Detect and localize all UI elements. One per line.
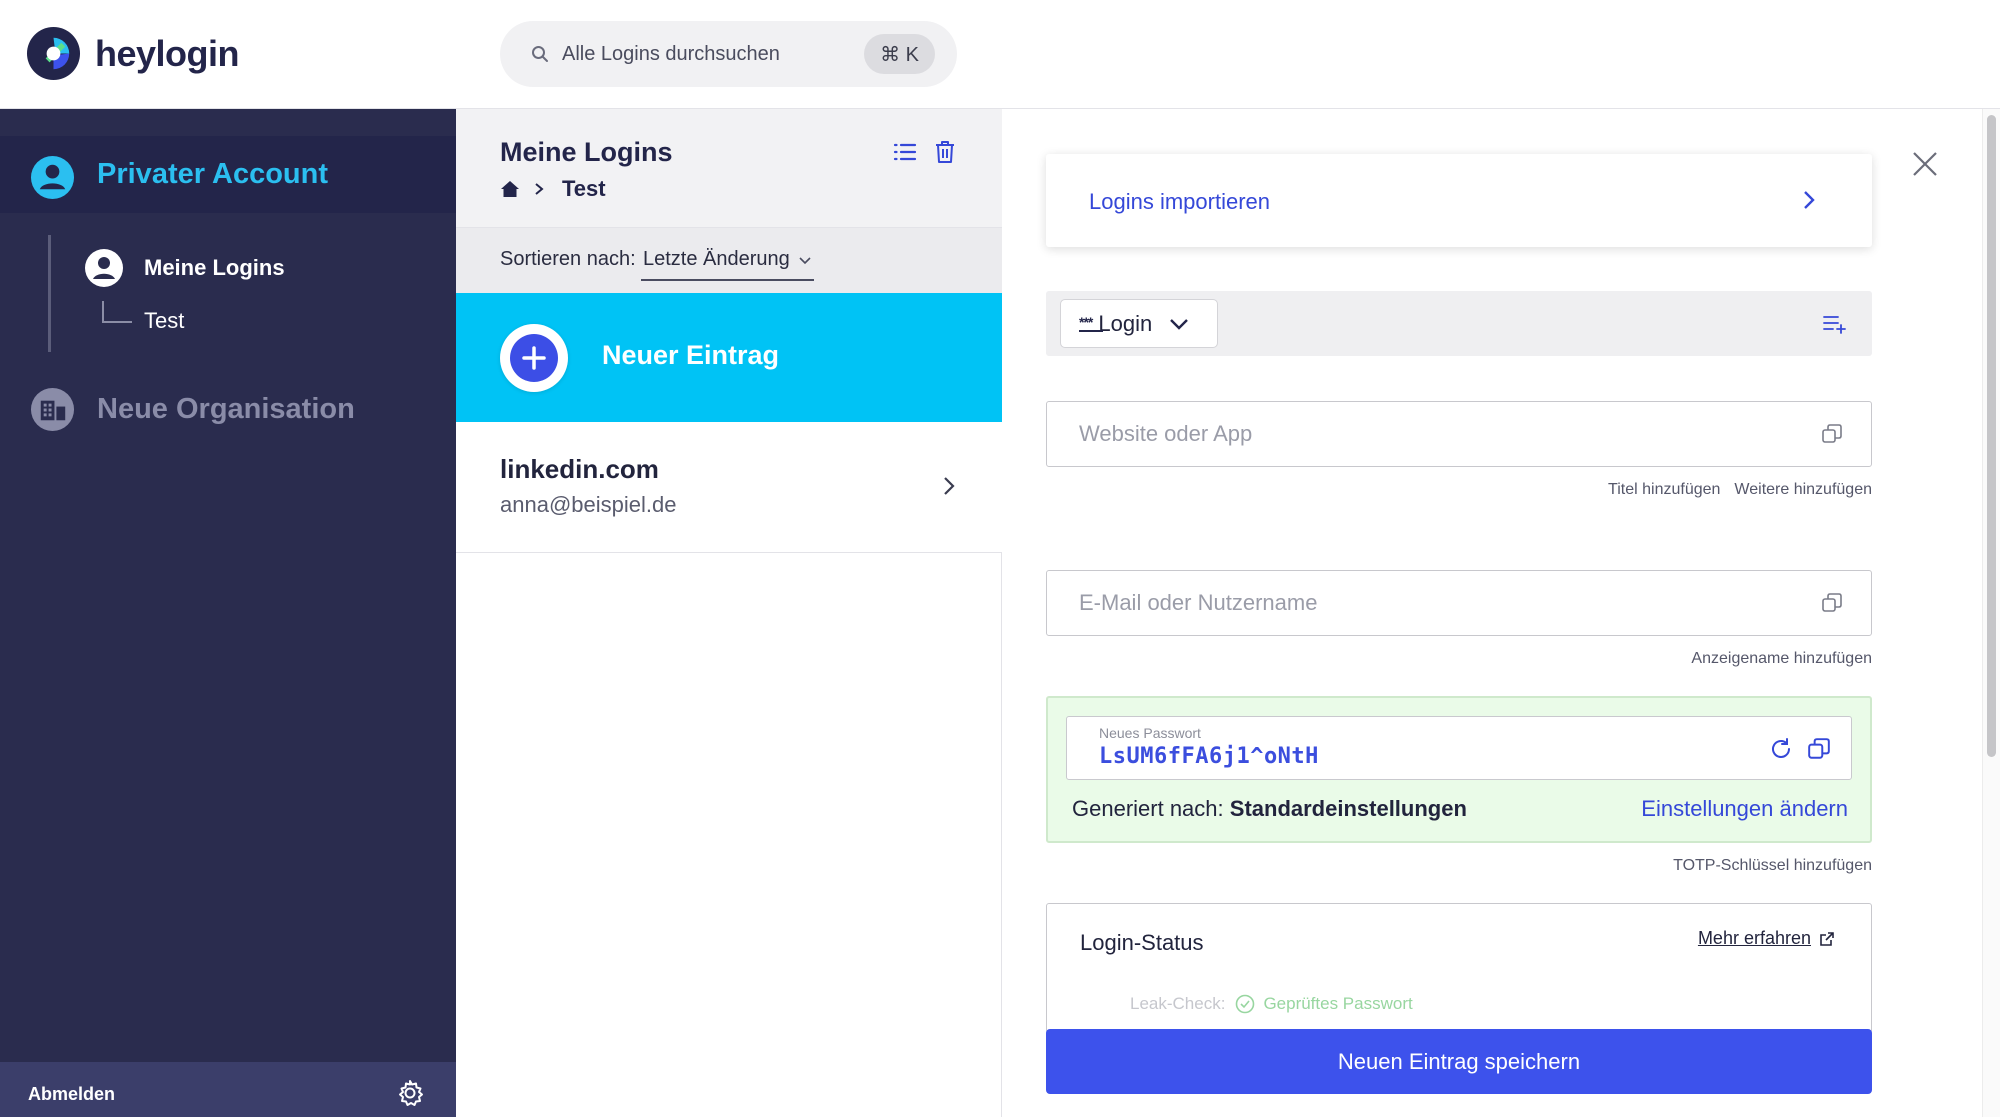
generated-prefix: Generiert nach: <box>1072 796 1224 821</box>
trash-icon[interactable] <box>932 139 958 165</box>
leak-check-row: Leak-Check: Geprüftes Passwort <box>1130 994 1413 1014</box>
import-logins-label: Logins importieren <box>1089 189 1270 214</box>
login-status-title: Login-Status <box>1080 930 1204 955</box>
password-dots-icon: *** <box>1079 313 1093 330</box>
learn-more-label: Mehr erfahren <box>1697 928 1811 948</box>
logout-button[interactable]: Abmelden <box>28 1084 115 1105</box>
password-generated-by: Generiert nach: Standardeinstellungen <box>1072 796 1467 822</box>
email-field[interactable] <box>1046 570 1872 636</box>
list-item-site: linkedin.com <box>500 454 659 484</box>
brand-logo[interactable]: heylogin <box>26 26 240 81</box>
home-icon[interactable] <box>500 179 520 199</box>
add-title-link[interactable]: Titel hinzufügen <box>1608 481 1720 499</box>
chevron-down-icon <box>799 256 811 264</box>
search-shortcut-badge: ⌘ K <box>864 34 935 74</box>
refresh-icon[interactable] <box>1769 737 1793 761</box>
sidebar-item-test[interactable]: Test <box>144 308 184 334</box>
new-entry-button[interactable]: Neuer Eintrag <box>456 293 1002 422</box>
breadcrumb-current[interactable]: Test <box>562 176 606 202</box>
chevron-right-icon <box>535 183 544 195</box>
scrollbar-thumb[interactable] <box>1987 115 1996 757</box>
password-dots-underline <box>1079 330 1103 332</box>
chevron-right-icon <box>944 477 955 495</box>
plus-icon <box>522 346 546 370</box>
sidebar-item-my-logins[interactable]: Meine Logins <box>84 248 285 288</box>
page-title: Meine Logins <box>500 137 673 167</box>
search-icon <box>532 46 548 62</box>
search-placeholder[interactable]: Alle Logins durchsuchen <box>562 43 780 66</box>
entry-type-row: *** Login <box>1046 291 1872 356</box>
import-logins-card[interactable]: Logins importieren <box>1046 154 1872 247</box>
sidebar-item-new-organisation[interactable]: Neue Organisation <box>30 387 355 432</box>
website-input[interactable] <box>1047 402 1807 466</box>
add-more-link[interactable]: Weitere hinzufügen <box>1734 481 1872 499</box>
sort-dropdown[interactable]: Letzte Änderung <box>641 244 814 281</box>
sidebar-item-label: Meine Logins <box>144 255 285 280</box>
copy-icon[interactable] <box>1821 592 1843 614</box>
sort-value: Letzte Änderung <box>643 248 790 270</box>
chevron-right-icon <box>1804 191 1815 209</box>
close-icon[interactable] <box>1910 149 1940 179</box>
password-value[interactable]: LsUM6fFA6j1^oNtH <box>1099 744 1319 769</box>
entry-type-label: Login <box>1098 310 1153 336</box>
generated-value: Standardeinstellungen <box>1229 796 1467 821</box>
email-hints: Anzeigename hinzufügen <box>1691 650 1872 668</box>
list-item[interactable]: linkedin.com anna@beispiel.de <box>456 422 1002 553</box>
password-field[interactable]: Neues Passwort LsUM6fFA6j1^oNtH <box>1066 716 1852 780</box>
user-circle-icon <box>30 155 75 200</box>
website-field[interactable] <box>1046 401 1872 467</box>
tree-connector <box>102 301 132 323</box>
copy-icon[interactable] <box>1821 423 1843 445</box>
sidebar-item-label: Neue Organisation <box>97 393 355 425</box>
sidebar-footer: Abmelden <box>0 1062 456 1117</box>
save-entry-button[interactable]: Neuen Eintrag speichern <box>1046 1029 1872 1094</box>
user-circle-icon <box>85 249 123 287</box>
new-entry-label: Neuer Eintrag <box>602 340 780 370</box>
list-view-icon[interactable] <box>892 139 918 165</box>
sidebar-account-label: Privater Account <box>97 158 328 190</box>
plus-icon-circle <box>510 334 558 382</box>
sidebar-item-private-account[interactable]: Privater Account <box>0 136 456 213</box>
add-totp-link[interactable]: TOTP-Schlüssel hinzufügen <box>1673 857 1872 875</box>
learn-more-link[interactable]: Mehr erfahren <box>1698 928 1835 949</box>
sidebar: Privater Account Meine Logins Test Neue … <box>0 109 456 1117</box>
search-bar[interactable]: Alle Logins durchsuchen ⌘ K <box>500 21 957 87</box>
gear-icon[interactable] <box>395 1078 425 1108</box>
chevron-down-icon <box>1170 318 1189 330</box>
brand-name: heylogin <box>95 32 240 74</box>
website-hints: Titel hinzufügen Weitere hinzufügen <box>1608 481 1872 499</box>
tree-line <box>48 235 51 352</box>
add-display-name-link[interactable]: Anzeigename hinzufügen <box>1691 650 1872 668</box>
totp-hints: TOTP-Schlüssel hinzufügen <box>1673 857 1872 875</box>
top-bar: heylogin Alle Logins durchsuchen ⌘ K <box>0 0 2000 109</box>
email-input[interactable] <box>1047 571 1807 635</box>
external-link-icon <box>1820 931 1834 946</box>
login-status-card: Login-Status Mehr erfahren Leak-Check: G… <box>1046 903 1872 1033</box>
heylogin-logo-icon <box>26 26 81 81</box>
sort-label: Sortieren nach: <box>500 248 636 270</box>
add-field-icon[interactable] <box>1822 313 1848 335</box>
leak-check-label: Leak-Check: <box>1130 994 1226 1013</box>
list-toolbar <box>892 139 958 165</box>
check-circle-icon <box>1236 994 1255 1014</box>
plus-icon-wrapper <box>500 324 568 392</box>
change-settings-link[interactable]: Einstellungen ändern <box>1641 796 1848 822</box>
list-header: Meine Logins Test <box>456 109 1002 228</box>
copy-icon[interactable] <box>1807 737 1831 761</box>
entry-type-dropdown[interactable]: *** Login <box>1060 299 1218 348</box>
password-generator-box: Neues Passwort LsUM6fFA6j1^oNtH Generier… <box>1046 696 1872 843</box>
sort-bar: Sortieren nach: Letzte Änderung <box>456 228 1002 293</box>
entry-detail-panel: Logins importieren *** Login Website ode… <box>1002 109 2000 1117</box>
leak-check-value: Geprüftes Passwort <box>1263 994 1413 1013</box>
building-icon <box>30 387 75 432</box>
password-caption: Neues Passwort <box>1099 725 1201 741</box>
list-item-user: anna@beispiel.de <box>500 492 677 517</box>
login-list-panel: Meine Logins Test Sortieren nach: Letzte… <box>456 109 1002 1117</box>
scrollbar[interactable] <box>1982 109 2000 1117</box>
breadcrumb: Test <box>500 176 606 202</box>
